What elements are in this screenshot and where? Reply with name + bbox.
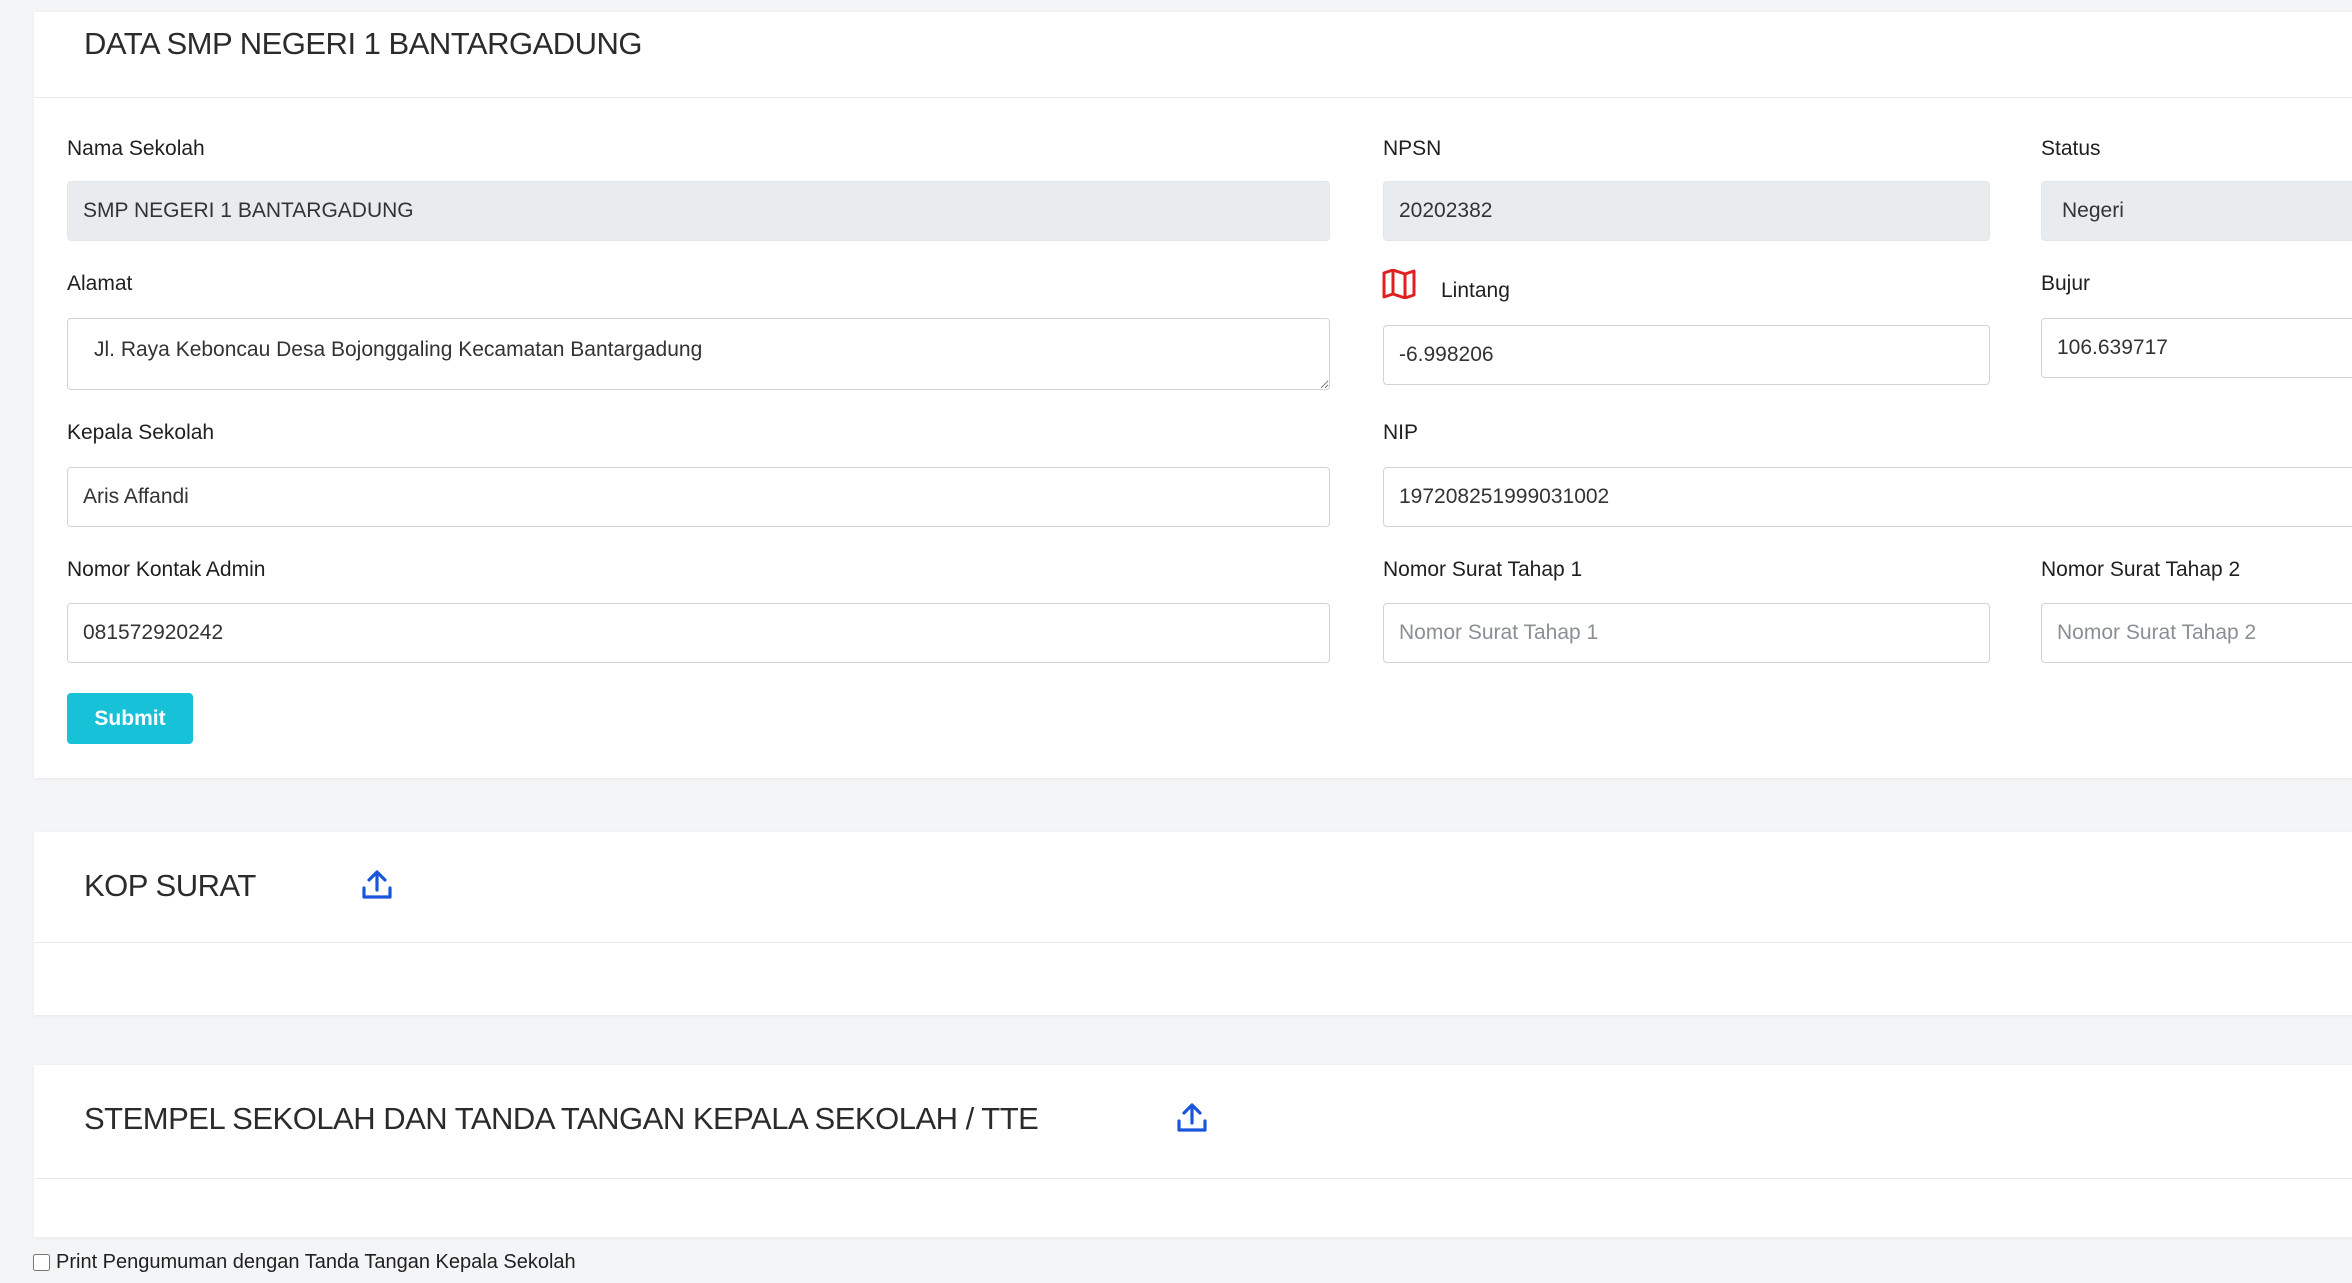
upload-icon[interactable] — [360, 868, 394, 902]
school-data-card-header: DATA SMP NEGERI 1 BANTARGADUNG — [34, 12, 2352, 98]
submit-button[interactable]: Submit — [67, 693, 193, 744]
kepala-sekolah-label: Kepala Sekolah — [67, 421, 215, 444]
stempel-title: STEMPEL SEKOLAH DAN TANDA TANGAN KEPALA … — [84, 1101, 1039, 1136]
bujur-field[interactable] — [2041, 318, 2352, 378]
nomor-surat-tahap-2-label: Nomor Surat Tahap 2 — [2041, 558, 2241, 581]
lintang-label: Lintang — [1441, 279, 1510, 302]
nomor-surat-tahap-2-field[interactable] — [2041, 603, 2352, 663]
nomor-surat-tahap-1-label: Nomor Surat Tahap 1 — [1383, 558, 1583, 581]
school-data-title: DATA SMP NEGERI 1 BANTARGADUNG — [84, 26, 643, 61]
stempel-card-header: STEMPEL SEKOLAH DAN TANDA TANGAN KEPALA … — [34, 1065, 2352, 1179]
npsn-label: NPSN — [1383, 137, 1442, 160]
nip-label: NIP — [1383, 421, 1419, 444]
school-data-card: DATA SMP NEGERI 1 BANTARGADUNG Nama Seko… — [34, 12, 2352, 778]
nomor-kontak-admin-field[interactable] — [67, 603, 1330, 663]
alamat-label: Alamat — [67, 272, 133, 295]
bujur-label: Bujur — [2041, 272, 2091, 295]
alamat-textarea[interactable] — [67, 318, 1330, 390]
nama-sekolah-field[interactable] — [67, 181, 1330, 241]
print-pengumuman-checkbox[interactable] — [33, 1254, 50, 1271]
nomor-kontak-admin-label: Nomor Kontak Admin — [67, 558, 266, 581]
upload-icon[interactable] — [1175, 1101, 1209, 1135]
kepala-sekolah-field[interactable] — [67, 467, 1330, 527]
print-pengumuman-label: Print Pengumuman dengan Tanda Tangan Kep… — [56, 1251, 576, 1273]
kop-surat-card-header: KOP SURAT — [34, 832, 2352, 943]
lintang-field[interactable] — [1383, 325, 1990, 385]
npsn-field[interactable] — [1383, 181, 1990, 241]
status-field[interactable] — [2041, 181, 2352, 241]
kop-surat-title: KOP SURAT — [84, 868, 256, 903]
stempel-card: STEMPEL SEKOLAH DAN TANDA TANGAN KEPALA … — [34, 1065, 2352, 1237]
print-pengumuman-option[interactable]: Print Pengumuman dengan Tanda Tangan Kep… — [33, 1251, 576, 1274]
nama-sekolah-label: Nama Sekolah — [67, 137, 205, 160]
nomor-surat-tahap-1-field[interactable] — [1383, 603, 1990, 663]
nip-field[interactable] — [1383, 467, 2352, 527]
status-label: Status — [2041, 137, 2101, 160]
map-icon — [1382, 269, 1416, 299]
kop-surat-card: KOP SURAT — [34, 832, 2352, 1015]
